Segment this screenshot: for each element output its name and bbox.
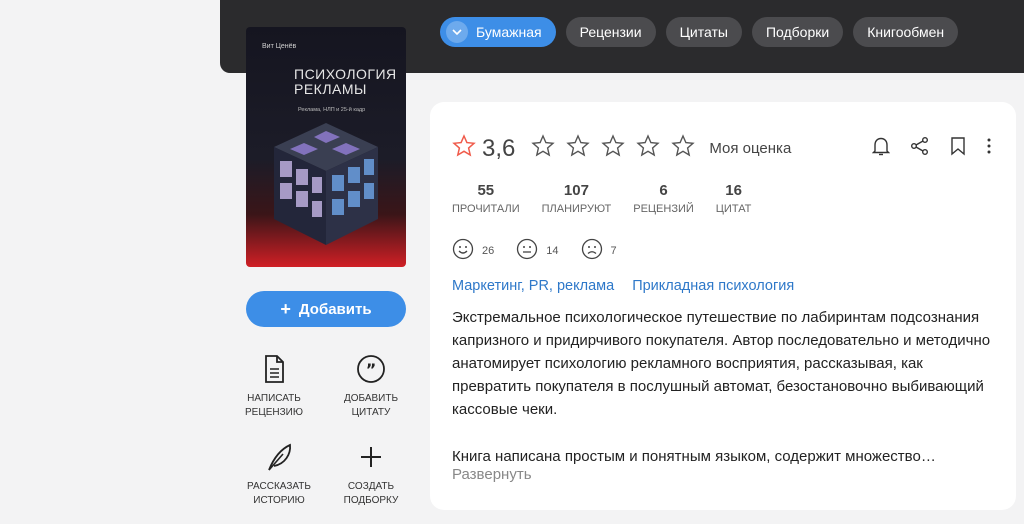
mood-count: 7: [610, 244, 617, 257]
mood-count: 26: [482, 244, 495, 257]
create-collection-button[interactable]: СОЗДАТЬ ПОДБОРКУ: [321, 440, 421, 508]
bookmark-icon[interactable]: [950, 136, 966, 161]
genre-tags: Маркетинг, PR, реклама Прикладная психол…: [452, 278, 794, 294]
add-button-label: Добавить: [298, 300, 372, 318]
stat-label: РЕЦЕНЗИЙ: [633, 203, 694, 215]
book-cover[interactable]: Вит Ценёв ПСИХОЛОГИЯ РЕКЛАМЫ Реклама, НЛ…: [246, 27, 406, 267]
cover-title-line1: ПСИХОЛОГИЯ: [294, 66, 397, 82]
tab-label: Рецензии: [579, 24, 642, 40]
mood-count: 14: [546, 244, 559, 257]
tab-label: Бумажная: [476, 24, 542, 40]
mood-positive[interactable]: 26: [452, 238, 494, 263]
bell-icon[interactable]: [871, 136, 891, 161]
action-label-line2: ЦИТАТУ: [351, 407, 391, 418]
cover-author: Вит Ценёв: [262, 43, 297, 50]
tab-label: Цитаты: [679, 24, 728, 40]
neutral-face-icon: [516, 238, 538, 263]
feather-icon: [229, 440, 329, 474]
rate-star-2-icon[interactable]: [566, 134, 591, 163]
description-paragraph: Книга написана простым и понятным языком…: [452, 448, 936, 465]
svg-text:”: ”: [366, 360, 377, 379]
book-info-card: 3,6 Моя оценка 55 ПРОЧИТАЛИ 107 ПЛАНИРУЮ…: [430, 102, 1016, 510]
tab-collections[interactable]: Подборки: [751, 17, 844, 47]
write-review-button[interactable]: НАПИСАТЬ РЕЦЕНЗИЮ: [224, 352, 324, 420]
stat-label: ПЛАНИРУЮТ: [541, 203, 612, 215]
expand-description-link[interactable]: Развернуть: [452, 466, 532, 483]
rate-star-3-icon[interactable]: [601, 134, 626, 163]
cover-title-line2: РЕКЛАМЫ: [294, 81, 367, 97]
tab-paper[interactable]: Бумажная: [440, 17, 556, 47]
stat-label: ЦИТАТ: [715, 203, 752, 215]
stat-number: 107: [563, 182, 589, 199]
mood-negative[interactable]: 7: [581, 238, 617, 263]
action-label-line2: ИСТОРИЮ: [253, 495, 305, 506]
stat-planning[interactable]: 107 ПЛАНИРУЮТ: [542, 182, 612, 215]
mood-reactions: 26 14 7: [452, 238, 631, 263]
chevron-down-icon[interactable]: [446, 21, 468, 43]
rate-star-5-icon[interactable]: [671, 134, 696, 163]
action-label-line1: ДОБАВИТЬ: [343, 393, 399, 404]
cover-cube-illustration: [274, 123, 378, 245]
edition-tabs: Бумажная Рецензии Цитаты Подборки Книгоо…: [440, 17, 959, 47]
action-label-line1: РАССКАЗАТЬ: [247, 481, 311, 492]
action-label-line2: РЕЦЕНЗИЮ: [245, 407, 303, 418]
add-button[interactable]: + Добавить: [246, 291, 406, 327]
my-rating-label: Моя оценка: [709, 140, 792, 157]
more-vertical-icon[interactable]: [986, 137, 992, 160]
tell-story-button[interactable]: РАССКАЗАТЬ ИСТОРИЮ: [229, 440, 329, 508]
share-icon[interactable]: [910, 136, 930, 161]
mood-neutral[interactable]: 14: [516, 238, 559, 263]
rate-star-4-icon[interactable]: [636, 134, 661, 163]
stat-label: ПРОЧИТАЛИ: [452, 203, 520, 215]
stat-number: 16: [725, 182, 742, 199]
stat-quotes[interactable]: 16 ЦИТАТ: [716, 182, 752, 215]
smile-icon: [452, 238, 474, 263]
plus-icon: +: [280, 298, 291, 319]
genre-link[interactable]: Прикладная психология: [632, 278, 794, 294]
sad-face-icon: [581, 238, 603, 263]
tab-bookexchange[interactable]: Книгообмен: [853, 17, 959, 47]
stat-number: 55: [477, 182, 495, 199]
action-label-line1: СОЗДАТЬ: [347, 481, 395, 492]
action-label-line2: ПОДБОРКУ: [343, 495, 399, 506]
my-rating-stars: [531, 134, 696, 163]
stat-read[interactable]: 55 ПРОЧИТАЛИ: [452, 182, 520, 215]
description-paragraph: Экстремальное психологическое путешестви…: [452, 309, 991, 418]
rate-star-1-icon[interactable]: [531, 134, 556, 163]
rating-row: 3,6 Моя оценка: [452, 134, 791, 163]
document-icon: [224, 352, 324, 386]
genre-link[interactable]: Маркетинг, PR, реклама: [452, 278, 614, 294]
stat-reviews[interactable]: 6 РЕЦЕНЗИЙ: [633, 182, 694, 215]
tab-reviews[interactable]: Рецензии: [565, 17, 656, 47]
action-label-line1: НАПИСАТЬ: [247, 393, 301, 404]
add-quote-button[interactable]: ” ДОБАВИТЬ ЦИТАТУ: [321, 352, 421, 420]
card-actions: [871, 136, 992, 161]
tab-label: Книгообмен: [867, 24, 945, 40]
reader-stats: 55 ПРОЧИТАЛИ 107 ПЛАНИРУЮТ 6 РЕЦЕНЗИЙ 16…: [452, 182, 773, 215]
rating-star-icon: [452, 134, 476, 163]
rating-value: 3,6: [482, 134, 516, 162]
book-description: Экстремальное психологическое путешестви…: [452, 306, 992, 468]
stat-number: 6: [659, 182, 668, 199]
cover-subtitle: Реклама, НЛП и 25-й кадр: [298, 107, 366, 113]
tab-quotes[interactable]: Цитаты: [665, 17, 742, 47]
tab-label: Подборки: [765, 24, 830, 40]
quote-icon: ”: [321, 352, 421, 386]
plus-icon: [321, 440, 421, 474]
cover-title: ПСИХОЛОГИЯ РЕКЛАМЫ: [294, 67, 404, 97]
